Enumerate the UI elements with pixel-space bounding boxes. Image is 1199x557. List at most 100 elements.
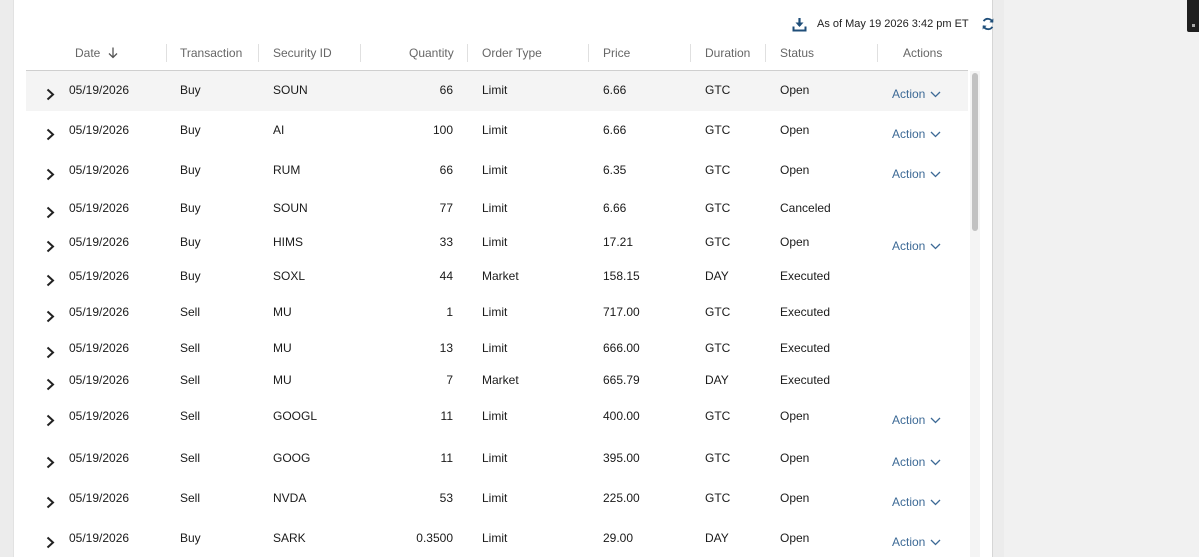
chevron-right-icon[interactable] [44,345,56,359]
chevron-right-icon[interactable] [44,413,56,427]
cell-quantity: 66 [439,163,453,177]
chevron-right-icon[interactable] [44,309,56,323]
cell-date: 05/19/2026 [69,409,130,423]
download-icon[interactable] [790,15,808,33]
as-of-timestamp: As of May 19 2026 3:42 pm ET [817,18,969,30]
cell-status: Executed [780,373,831,387]
chevron-right-icon[interactable] [44,455,56,469]
action-dropdown[interactable]: Action [892,87,941,101]
cell-order-type: Limit [482,341,508,355]
table-row[interactable]: 05/19/2026 Buy AI 100 Limit 6.66 GTC Open Action [26,111,968,151]
table-row[interactable]: 05/19/2026 Buy RUM 66 Limit 6.35 GTC Open Action [26,151,968,191]
table-row[interactable]: 05/19/2026 Sell GOOG 11 Limit 395.00 GTC Open Ac… [26,439,968,479]
column-separator [690,44,691,62]
table-row[interactable]: 05/19/2026 Buy SOUN 66 Limit 6.66 GTC Open Actio… [26,71,968,111]
cell-order-type: Limit [482,491,508,505]
cell-status: Executed [780,305,831,319]
corner-tab[interactable] [1187,0,1199,32]
cell-quantity: 13 [439,341,453,355]
chevron-down-icon [930,499,941,506]
chevron-right-icon[interactable] [44,377,56,391]
scrollbar-thumb[interactable] [972,73,978,231]
table-row[interactable]: 05/19/2026 Buy SOXL 44 Market 158.15 DAY Execut… [26,263,968,295]
chevron-right-icon[interactable] [44,127,56,141]
chevron-right-icon[interactable] [44,205,56,219]
column-header-transaction[interactable]: Transaction [180,46,242,60]
cell-transaction: Buy [180,201,201,215]
cell-security-id: NVDA [273,491,307,505]
column-header-price[interactable]: Price [603,46,630,60]
refresh-icon[interactable] [979,15,997,33]
cell-duration: GTC [705,341,731,355]
action-dropdown-label: Action [892,167,926,181]
cell-transaction: Buy [180,123,201,137]
chevron-down-icon [930,171,941,178]
cell-date: 05/19/2026 [69,269,130,283]
table-row[interactable]: 05/19/2026 Sell MU 1 Limit 717.00 GTC Executed [26,295,968,331]
table-row[interactable]: 05/19/2026 Sell NVDA 53 Limit 225.00 GTC Open Ac… [26,479,968,519]
action-dropdown[interactable]: Action [892,127,941,141]
cell-duration: GTC [705,305,731,319]
cell-price: 6.66 [603,123,627,137]
column-header-quantity[interactable]: Quantity [409,46,454,60]
cell-transaction: Sell [180,409,201,423]
cell-security-id: SOUN [273,201,308,215]
cell-duration: GTC [705,201,731,215]
cell-price: 400.00 [603,409,640,423]
cell-status: Open [780,123,810,137]
action-dropdown[interactable]: Action [892,455,941,469]
cell-date: 05/19/2026 [69,531,130,545]
action-dropdown[interactable]: Action [892,535,941,549]
cell-order-type: Limit [482,163,508,177]
cell-duration: GTC [705,235,731,249]
cell-quantity: 77 [439,201,453,215]
chevron-right-icon[interactable] [44,167,56,181]
cell-quantity: 11 [440,451,453,465]
column-header-duration[interactable]: Duration [705,46,750,60]
right-background-area [1004,0,1199,557]
action-dropdown[interactable]: Action [892,167,941,181]
cell-duration: GTC [705,409,731,423]
table-row[interactable]: 05/19/2026 Buy HIMS 33 Limit 17.21 GTC Open Acti… [26,223,968,263]
chevron-right-icon[interactable] [44,535,56,549]
column-separator [258,44,259,62]
cell-order-type: Market [482,373,519,387]
table-row[interactable]: 05/19/2026 Buy SARK 0.3500 Limit 29.00 DAY Open… [26,519,968,557]
cell-order-type: Limit [482,305,508,319]
chevron-right-icon[interactable] [44,239,56,253]
action-dropdown[interactable]: Action [892,413,941,427]
table-row[interactable]: 05/19/2026 Sell MU 7 Market 665.79 DAY Executed [26,365,968,399]
cell-status: Open [780,235,810,249]
table-row[interactable]: 05/19/2026 Buy SOUN 77 Limit 6.66 GTC Canceled [26,191,968,223]
cell-status: Executed [780,269,831,283]
action-dropdown-label: Action [892,127,926,141]
cell-duration: GTC [705,163,731,177]
chevron-right-icon[interactable] [44,87,56,101]
table-row[interactable]: 05/19/2026 Sell GOOGL 11 Limit 400.00 GTC Open A… [26,399,968,439]
orders-toolbar: As of May 19 2026 3:42 pm ET [790,14,997,34]
chevron-right-icon[interactable] [44,495,56,509]
action-dropdown[interactable]: Action [892,495,941,509]
column-header-security-id[interactable]: Security ID [273,46,332,60]
cell-status: Open [780,451,810,465]
arrow-down-icon[interactable] [108,47,118,62]
table-row[interactable]: 05/19/2026 Sell MU 13 Limit 666.00 GTC Executed [26,331,968,365]
column-header-date[interactable]: Date [75,46,118,62]
column-separator [877,44,878,62]
chevron-down-icon [930,91,941,98]
cell-date: 05/19/2026 [69,201,130,215]
cell-quantity: 44 [439,269,453,283]
chevron-down-icon [930,417,941,424]
action-dropdown-label: Action [892,495,926,509]
cell-security-id: MU [273,305,292,319]
cell-transaction: Sell [180,373,201,387]
action-dropdown-label: Action [892,413,926,427]
cell-quantity: 33 [439,235,453,249]
action-dropdown[interactable]: Action [892,239,941,253]
column-header-order-type[interactable]: Order Type [482,46,542,60]
cell-order-type: Limit [482,123,508,137]
column-header-status[interactable]: Status [780,46,814,60]
chevron-right-icon[interactable] [44,273,56,287]
column-separator [765,44,766,62]
cell-security-id: SARK [273,531,306,545]
